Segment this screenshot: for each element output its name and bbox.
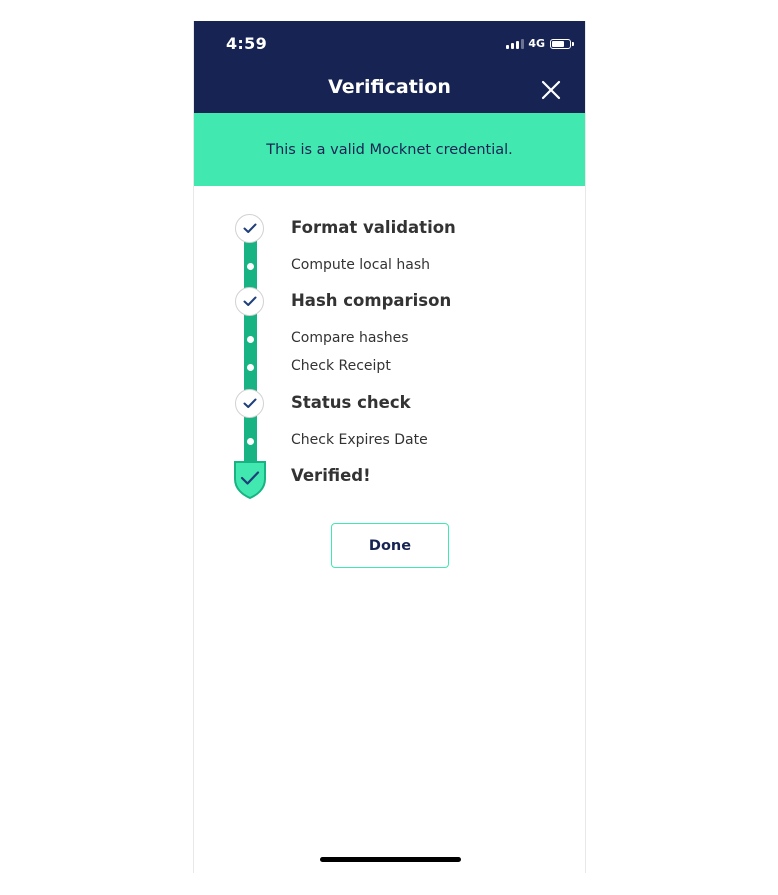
substep-check-expires-date: Check Expires Date bbox=[291, 432, 428, 448]
step-hash-comparison: Hash comparison bbox=[291, 291, 452, 310]
header-bar: 4:59 4G Verification bbox=[194, 21, 585, 113]
substep-dot-icon bbox=[247, 263, 254, 270]
step-status-check: Status check bbox=[291, 393, 411, 412]
status-indicators: 4G bbox=[506, 37, 574, 50]
substep-dot-icon bbox=[247, 336, 254, 343]
verified-shield-icon bbox=[232, 459, 268, 500]
substep-compare-hashes: Compare hashes bbox=[291, 330, 409, 346]
step-verified: Verified! bbox=[291, 466, 371, 485]
step-format-validation: Format validation bbox=[291, 218, 456, 237]
substep-check-receipt: Check Receipt bbox=[291, 358, 391, 374]
validity-banner: This is a valid Mocknet credential. bbox=[194, 113, 585, 186]
checkmark-icon bbox=[235, 389, 264, 418]
substep-compute-local-hash: Compute local hash bbox=[291, 257, 430, 273]
substep-dot-icon bbox=[247, 438, 254, 445]
checkmark-icon bbox=[235, 214, 264, 243]
close-icon[interactable] bbox=[540, 79, 562, 101]
done-button[interactable]: Done bbox=[331, 523, 449, 568]
verification-timeline: Format validation Compute local hash Has… bbox=[194, 186, 585, 526]
signal-icon bbox=[506, 38, 525, 49]
page-title: Verification bbox=[328, 76, 451, 98]
substep-dot-icon bbox=[247, 364, 254, 371]
battery-icon bbox=[550, 38, 574, 49]
banner-message: This is a valid Mocknet credential. bbox=[266, 141, 513, 158]
home-indicator[interactable] bbox=[320, 857, 461, 862]
phone-screen: 4:59 4G Verification This is a valid Moc… bbox=[193, 21, 586, 873]
status-time: 4:59 bbox=[226, 34, 267, 53]
network-type: 4G bbox=[528, 37, 545, 50]
checkmark-icon bbox=[235, 287, 264, 316]
